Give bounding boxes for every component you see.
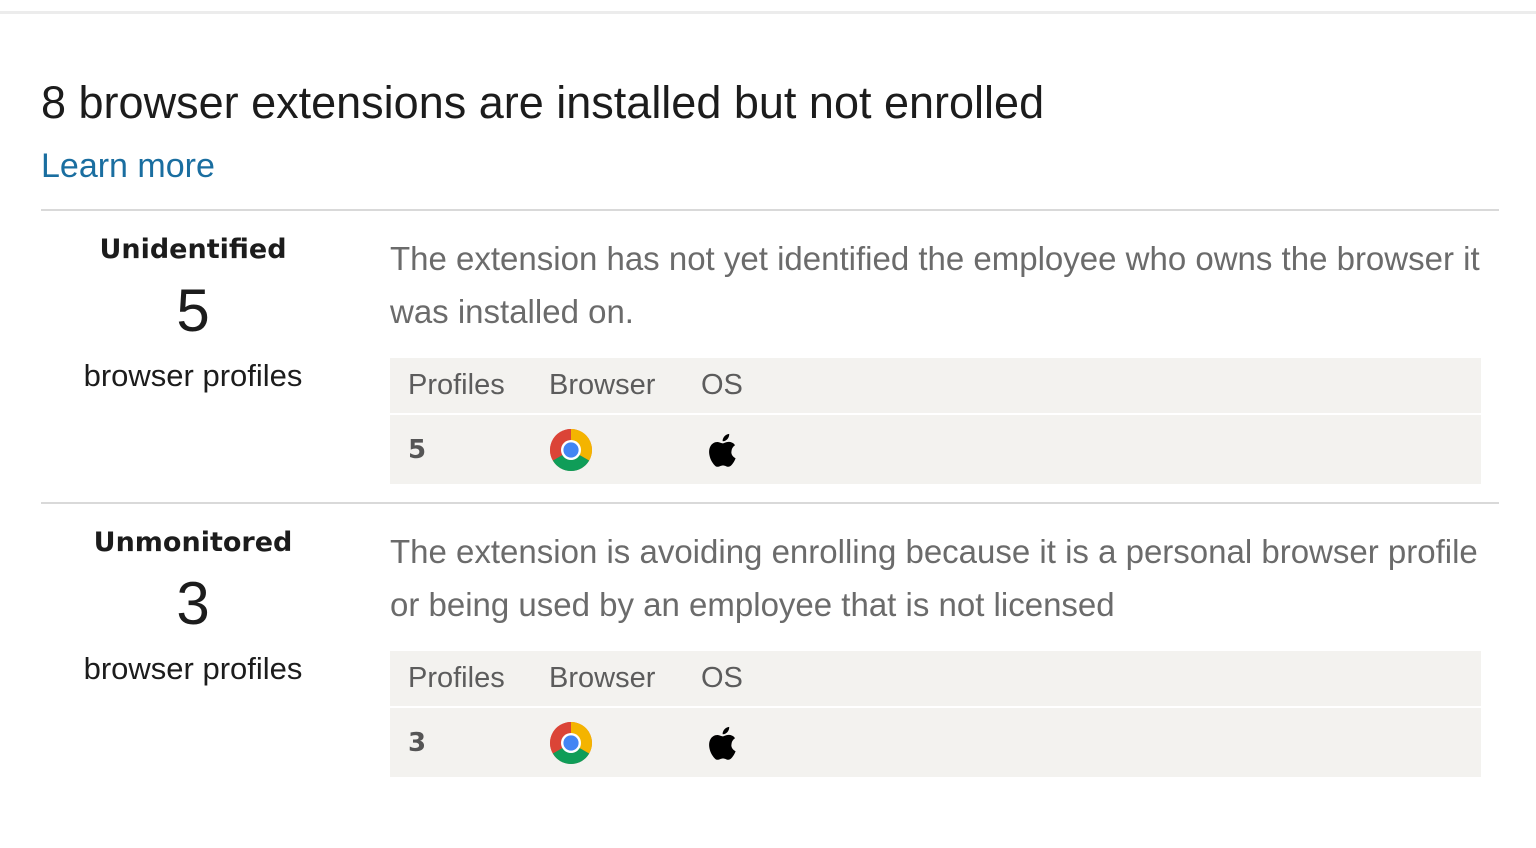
summary-label: Unidentified (99, 234, 287, 265)
section-description: The extension has not yet identified the… (390, 240, 1480, 330)
summary-unmonitored: Unmonitored 3 browser profiles (41, 525, 345, 689)
table-header-row: Profiles Browser OS (390, 358, 1481, 414)
os-cell (701, 414, 1481, 484)
profile-table: Profiles Browser OS 3 (390, 651, 1481, 777)
browser-cell (549, 414, 701, 484)
column-header-profiles: Profiles (408, 662, 505, 694)
column-header-browser: Browser (549, 369, 656, 401)
learn-more-link[interactable]: Learn more (41, 144, 215, 188)
apple-icon (709, 433, 736, 467)
browser-cell (549, 707, 701, 777)
table-row: 5 (390, 414, 1481, 484)
chrome-icon (549, 721, 593, 764)
top-border (0, 0, 1536, 14)
profiles-count-cell: 5 (408, 434, 427, 465)
profile-table: Profiles Browser OS 5 (390, 358, 1481, 484)
summary-unit: browser profiles (83, 651, 303, 686)
column-header-os: OS (701, 662, 743, 694)
profiles-count-cell: 3 (408, 727, 427, 758)
page-title: 8 browser extensions are installed but n… (41, 77, 1045, 128)
table-row: 3 (390, 707, 1481, 777)
column-header-os: OS (701, 369, 743, 401)
chrome-icon (549, 428, 593, 471)
section-description: The extension is avoiding enrolling beca… (390, 533, 1478, 623)
column-header-profiles: Profiles (408, 369, 505, 401)
summary-unidentified: Unidentified 5 browser profiles (41, 232, 345, 396)
apple-icon (709, 726, 736, 760)
details-unidentified: The extension has not yet identified the… (390, 232, 1481, 484)
table-header-row: Profiles Browser OS (390, 651, 1481, 707)
summary-label: Unmonitored (93, 527, 293, 558)
column-header-browser: Browser (549, 662, 656, 694)
section-divider (41, 209, 1499, 211)
os-cell (701, 707, 1481, 777)
section-divider (41, 502, 1499, 504)
details-unmonitored: The extension is avoiding enrolling beca… (390, 525, 1481, 777)
summary-count: 5 (176, 277, 210, 344)
summary-count: 3 (176, 570, 210, 637)
summary-unit: browser profiles (83, 358, 303, 393)
